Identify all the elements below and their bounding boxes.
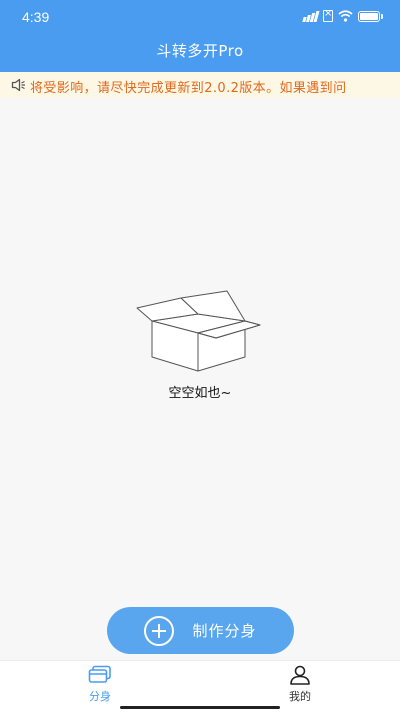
app-header: 4:39 斗转多开Pro bbox=[0, 0, 400, 72]
battery-icon bbox=[358, 10, 383, 22]
status-icons bbox=[302, 7, 383, 22]
empty-state: 空空如也~ bbox=[0, 290, 400, 401]
wifi-icon bbox=[338, 10, 353, 22]
bottom-nav: 分身 我的 bbox=[0, 660, 400, 711]
status-bar: 4:39 bbox=[0, 0, 400, 34]
user-icon bbox=[290, 665, 310, 685]
sim-icon bbox=[323, 7, 333, 22]
empty-box-icon bbox=[136, 290, 261, 372]
home-indicator bbox=[120, 706, 280, 709]
make-clone-label: 制作分身 bbox=[192, 622, 257, 640]
nav-label-clones: 分身 bbox=[89, 690, 111, 703]
signal-icon bbox=[302, 10, 320, 22]
speaker-icon bbox=[11, 78, 25, 92]
make-clone-button[interactable]: 制作分身 bbox=[107, 607, 294, 654]
nav-item-clones[interactable]: 分身 bbox=[70, 665, 130, 704]
clones-icon bbox=[88, 665, 111, 683]
nav-item-mine[interactable]: 我的 bbox=[270, 665, 330, 704]
nav-label-mine: 我的 bbox=[289, 690, 311, 703]
status-time: 4:39 bbox=[22, 9, 50, 25]
empty-state-text: 空空如也~ bbox=[168, 386, 232, 401]
notice-banner[interactable]: 将受影响，请尽快完成更新到2.0.2版本。如果遇到问 bbox=[0, 72, 400, 98]
notice-text: 将受影响，请尽快完成更新到2.0.2版本。如果遇到问 bbox=[30, 81, 347, 96]
page-title: 斗转多开Pro bbox=[156, 42, 244, 60]
plus-circle-icon bbox=[144, 615, 175, 646]
